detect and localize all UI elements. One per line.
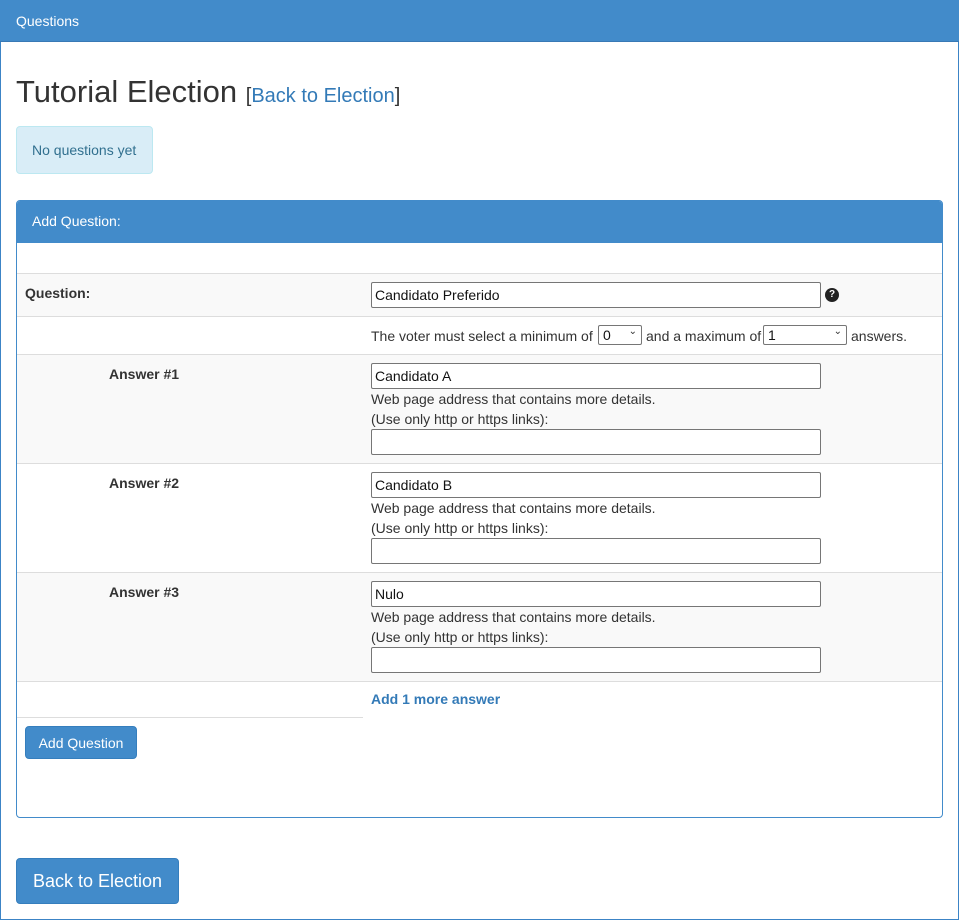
chevron-down-icon: ⌄ <box>628 326 637 337</box>
add-question-panel: Add Question: Question: ? The voter must… <box>16 200 943 818</box>
url-help-text: Web page address that contains more deta… <box>371 391 656 407</box>
back-to-election-button[interactable]: Back to Election <box>16 858 179 904</box>
url-help-note: (Use only http or https links): <box>371 520 549 536</box>
close-bracket: ] <box>394 85 401 107</box>
question-label: Question: <box>25 285 91 301</box>
answer-row: Answer #2 Web page address that contains… <box>17 463 942 572</box>
answer-label: Answer #1 <box>109 366 180 382</box>
page-title: Tutorial Election [Back to Election] <box>16 74 400 110</box>
answer-input[interactable] <box>371 581 821 607</box>
add-question-button[interactable]: Add Question <box>25 726 137 759</box>
answer-row: Answer #3 Web page address that contains… <box>17 572 942 681</box>
alert-text: No questions yet <box>32 142 137 158</box>
url-help-text: Web page address that contains more deta… <box>371 500 656 516</box>
answer-url-input[interactable] <box>371 647 821 673</box>
back-to-election-link[interactable]: Back to Election <box>251 85 394 107</box>
answer-url-input[interactable] <box>371 538 821 564</box>
selection-constraint-row: The voter must select a minimum of 0 ⌄ a… <box>17 316 942 354</box>
url-help-note: (Use only http or https links): <box>371 411 549 427</box>
maximum-select-value: 1 <box>768 327 776 343</box>
minimum-select-value: 0 <box>603 327 611 343</box>
answer-input[interactable] <box>371 472 821 498</box>
no-questions-alert: No questions yet <box>16 126 153 174</box>
divider <box>17 717 363 718</box>
answer-label: Answer #2 <box>109 475 180 491</box>
answer-url-input[interactable] <box>371 429 821 455</box>
constraint-prefix: The voter must select a minimum of <box>371 328 593 344</box>
url-help-note: (Use only http or https links): <box>371 629 549 645</box>
constraint-middle: and a maximum of <box>646 328 762 344</box>
row-divider <box>17 681 942 682</box>
url-help-text: Web page address that contains more deta… <box>371 609 656 625</box>
question-input[interactable] <box>371 282 821 308</box>
question-row: Question: ? <box>17 273 942 316</box>
top-bar-title: Questions <box>16 13 80 29</box>
add-more-answer-link[interactable]: Add 1 more answer <box>371 691 500 707</box>
election-title: Tutorial Election <box>16 74 238 109</box>
constraint-suffix: answers. <box>851 328 908 344</box>
answer-label: Answer #3 <box>109 584 180 600</box>
answer-input[interactable] <box>371 363 821 389</box>
chevron-down-icon: ⌄ <box>833 326 842 337</box>
answer-row: Answer #1 Web page address that contains… <box>17 354 942 463</box>
question-circle-icon[interactable]: ? <box>825 288 839 302</box>
minimum-select[interactable]: 0 ⌄ <box>598 325 642 345</box>
panel-heading: Add Question: <box>17 201 942 243</box>
panel-heading-text: Add Question: <box>32 213 121 229</box>
maximum-select[interactable]: 1 ⌄ <box>763 325 847 345</box>
top-bar: Questions <box>0 0 959 42</box>
